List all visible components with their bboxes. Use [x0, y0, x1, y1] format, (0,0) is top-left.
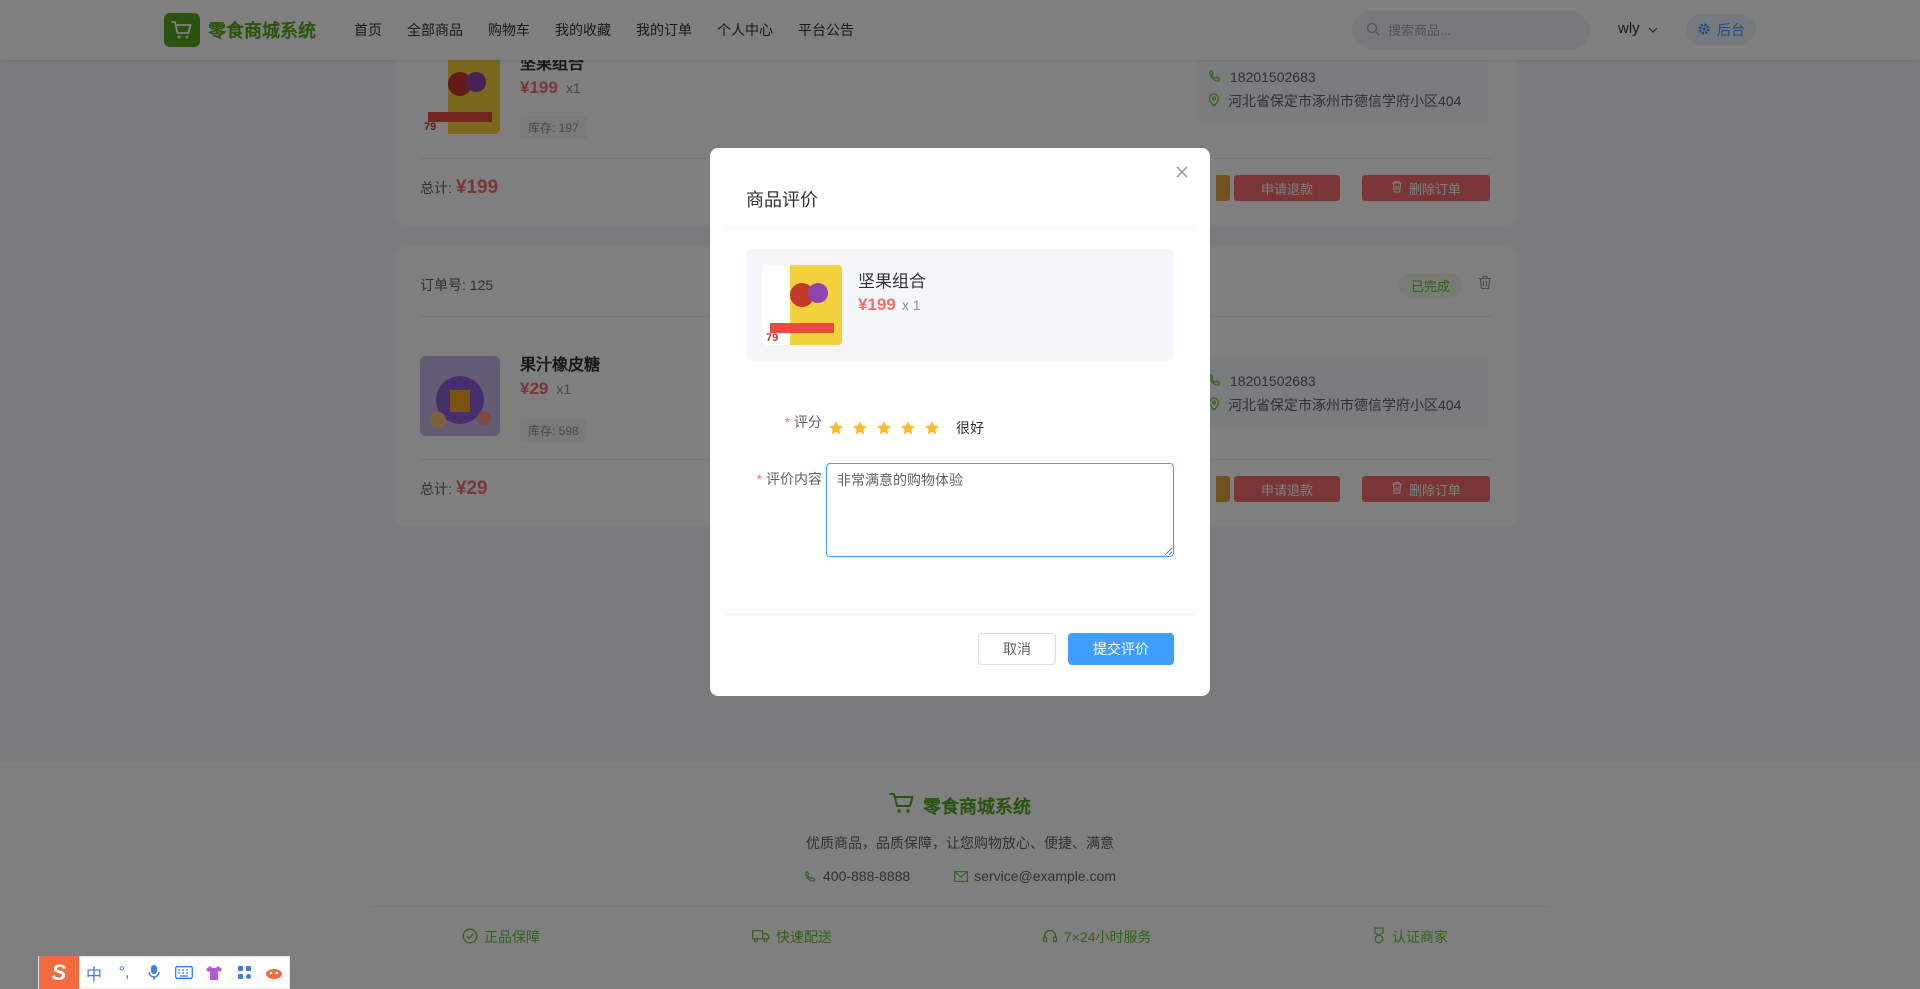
apps-grid-icon[interactable]	[229, 956, 259, 989]
star-icon[interactable]	[924, 420, 940, 436]
svg-text:79: 79	[766, 332, 778, 344]
cancel-button[interactable]: 取消	[978, 633, 1056, 665]
star-icon[interactable]	[876, 420, 892, 436]
product-qty: x 1	[901, 297, 921, 313]
review-product-price: ¥199 x 1	[858, 295, 921, 315]
content-label: * 评价内容	[740, 469, 822, 489]
ime-mode-toggle[interactable]: 中	[79, 956, 109, 989]
rating-label: * 评分	[770, 412, 822, 432]
dialog-title: 商品评价	[746, 190, 818, 210]
required-mark: *	[756, 471, 762, 487]
dialog-footer-divider	[726, 614, 1194, 615]
rating-label-text: 评分	[794, 414, 822, 430]
star-icon[interactable]	[900, 420, 916, 436]
ime-logo[interactable]: S	[39, 956, 79, 989]
review-content-textarea[interactable]	[826, 463, 1174, 557]
microphone-icon[interactable]	[139, 956, 169, 989]
price-value: ¥199	[858, 295, 896, 314]
product-image: 79	[762, 265, 842, 345]
content-label-text: 评价内容	[766, 471, 822, 487]
close-icon[interactable]	[1174, 164, 1190, 180]
review-dialog: 商品评价 79 坚果组合 ¥199x 1 *评分 很好 *评价内容 取消 提交评…	[710, 148, 1210, 696]
review-product-name: 坚果组合	[858, 272, 926, 291]
review-product-card: 79 坚果组合 ¥199 x 1	[746, 249, 1174, 361]
ime-punctuation-toggle[interactable]: °,	[109, 956, 139, 989]
star-icon[interactable]	[828, 420, 844, 436]
submit-review-button[interactable]: 提交评价	[1068, 633, 1174, 665]
ime-toolbar: S 中 °,	[38, 956, 290, 989]
rating-text: 很好	[956, 420, 984, 436]
dialog-header-divider	[726, 227, 1194, 228]
required-mark: *	[784, 414, 790, 430]
star-icon[interactable]	[852, 420, 868, 436]
star-rating[interactable]: 很好	[828, 418, 984, 438]
mascot-icon[interactable]	[259, 956, 289, 989]
keyboard-icon[interactable]	[169, 956, 199, 989]
skin-icon[interactable]	[199, 956, 229, 989]
